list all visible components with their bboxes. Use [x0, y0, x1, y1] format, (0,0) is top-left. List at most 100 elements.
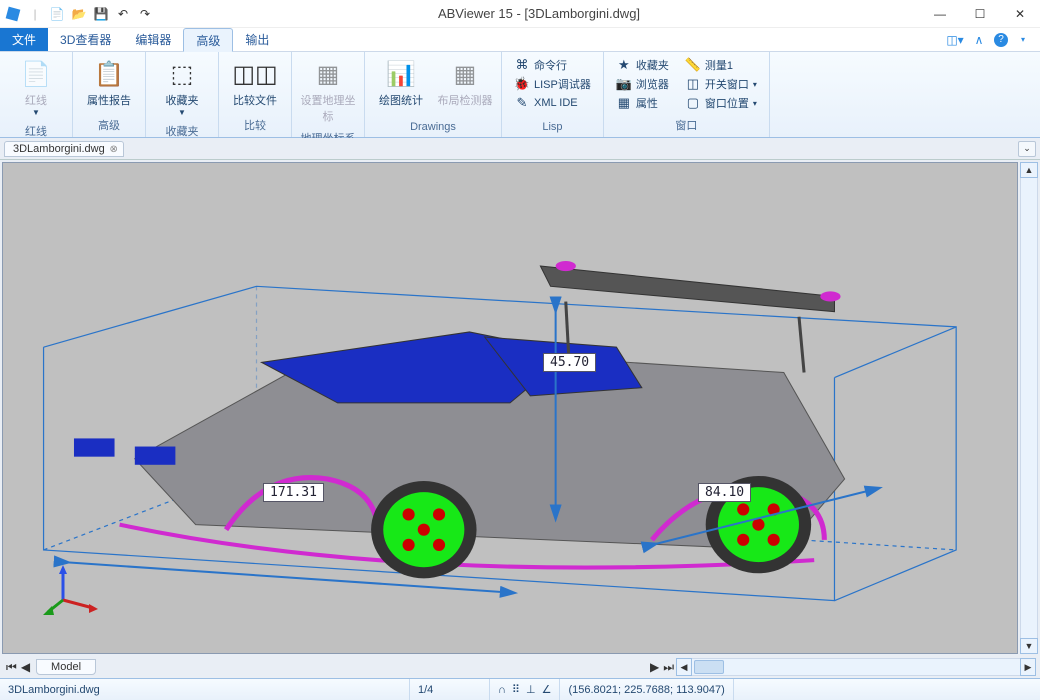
ribbon-body: 📄 红线 ▼ 红线 📋 属性报告 高级 ⬚ 收藏夹 ▼ 收藏夹	[0, 52, 1040, 138]
model-render	[3, 163, 1017, 653]
commandline-button[interactable]: ⌘命令行	[510, 56, 595, 74]
tab-nav-last-icon[interactable]: ⏭	[661, 660, 676, 675]
xml-icon: ✎	[514, 95, 530, 111]
property-report-button[interactable]: 📋 属性报告	[79, 54, 139, 112]
tab-3dviewer[interactable]: 3D查看器	[48, 28, 123, 51]
scroll-thumb[interactable]	[694, 660, 724, 674]
collapse-ribbon-icon[interactable]: ∧	[970, 31, 988, 49]
open-icon[interactable]: 📂	[70, 5, 88, 23]
group-drawings: 📊 绘图统计 ▦ 布局检测器 Drawings	[365, 52, 502, 137]
scroll-right-icon[interactable]: ▶	[1020, 658, 1036, 676]
snap-angle-icon[interactable]: ∠	[542, 683, 552, 696]
tab-editor[interactable]: 编辑器	[123, 28, 183, 51]
group-compare: ◫◫ 比较文件 比较	[219, 52, 292, 137]
horizontal-scrollbar[interactable]: ◀ ▶	[676, 658, 1036, 676]
scroll-track[interactable]	[692, 658, 1020, 676]
quick-access-toolbar: | 📄 📂 💾 ↶ ↷	[0, 5, 158, 23]
snap-magnet-icon[interactable]: ∩	[498, 684, 506, 696]
group-geo: ▦ 设置地理坐标 地理坐标系	[292, 52, 365, 137]
document-tab-bar: 3DLamborgini.dwg ⊗ ⌄	[0, 138, 1040, 160]
window-title: ABViewer 15 - [3DLamborgini.dwg]	[158, 6, 920, 21]
title-bar: | 📄 📂 💾 ↶ ↷ ABViewer 15 - [3DLamborgini.…	[0, 0, 1040, 28]
properties-button[interactable]: ▦属性	[612, 94, 673, 112]
set-geo-coords-button[interactable]: ▦ 设置地理坐标	[298, 54, 358, 128]
browser-button[interactable]: 📷浏览器	[612, 75, 673, 93]
save-icon[interactable]: 💾	[92, 5, 110, 23]
toggle-window-button[interactable]: ◫开关窗口 ▾	[681, 75, 761, 93]
star-icon: ★	[616, 57, 632, 73]
close-button[interactable]: ✕	[1000, 0, 1040, 28]
scroll-left-icon[interactable]: ◀	[676, 658, 692, 676]
tab-nav-prev-icon[interactable]: ◀	[19, 660, 32, 674]
layout-icon[interactable]: ◫▾	[946, 31, 964, 49]
close-tab-icon[interactable]: ⊗	[108, 144, 120, 156]
chevron-down-icon: ▾	[753, 99, 757, 108]
ribbon-right-tools: ◫▾ ∧ ? ▾	[938, 28, 1040, 51]
redline-button[interactable]: 📄 红线 ▼	[6, 54, 66, 121]
status-page: 1/4	[410, 679, 490, 700]
scroll-track[interactable]	[1020, 178, 1038, 638]
window-icon: ◫	[685, 76, 701, 92]
qat-separator: |	[26, 5, 44, 23]
tab-dropdown-button[interactable]: ⌄	[1018, 141, 1036, 157]
tab-nav-next-icon[interactable]: ▶	[648, 660, 661, 674]
snap-ortho-icon[interactable]: ⊥	[526, 683, 536, 696]
bug-icon: 🐞	[514, 76, 530, 92]
tab-nav-first-icon[interactable]: ⏮	[4, 660, 19, 675]
position-icon: ▢	[685, 95, 701, 111]
xml-ide-button[interactable]: ✎XML IDE	[510, 94, 595, 112]
favorites-button[interactable]: ⬚ 收藏夹 ▼	[152, 54, 212, 121]
chevron-down-icon: ▼	[178, 108, 186, 117]
compare-icon: ◫◫	[239, 58, 271, 90]
scroll-up-icon[interactable]: ▲	[1020, 162, 1038, 178]
report-icon: 📋	[93, 58, 125, 90]
dimension-length: 171.31	[263, 483, 324, 502]
minimize-button[interactable]: —	[920, 0, 960, 28]
geo-icon: ▦	[312, 58, 344, 90]
axis-gizmo[interactable]	[43, 560, 103, 623]
model-tab[interactable]: Model	[36, 659, 96, 675]
redline-icon: 📄	[20, 58, 52, 90]
compare-files-button[interactable]: ◫◫ 比较文件	[225, 54, 285, 112]
snap-grid-icon[interactable]: ⠿	[512, 683, 520, 696]
scroll-down-icon[interactable]: ▼	[1020, 638, 1038, 654]
status-bar: 3DLamborgini.dwg 1/4 ∩ ⠿ ⊥ ∠ (156.8021; …	[0, 678, 1040, 700]
favorites-icon: ⬚	[166, 58, 198, 90]
group-redline: 📄 红线 ▼ 红线	[0, 52, 73, 137]
camera-icon: 📷	[616, 76, 632, 92]
window-position-button[interactable]: ▢窗口位置 ▾	[681, 94, 761, 112]
favorites-panel-button[interactable]: ★收藏夹	[612, 56, 673, 74]
layout-detector-icon: ▦	[449, 58, 481, 90]
status-filename: 3DLamborgini.dwg	[0, 679, 410, 700]
stats-icon: 📊	[385, 58, 417, 90]
status-coords: (156.8021; 225.7688; 113.9047)	[560, 679, 733, 700]
drawing-stats-button[interactable]: 📊 绘图统计	[371, 54, 431, 112]
tab-output[interactable]: 输出	[233, 28, 281, 51]
undo-icon[interactable]: ↶	[114, 5, 132, 23]
status-snap-icons: ∩ ⠿ ⊥ ∠	[490, 679, 560, 700]
window-controls: — ☐ ✕	[920, 0, 1040, 28]
maximize-button[interactable]: ☐	[960, 0, 1000, 28]
new-icon[interactable]: 📄	[48, 5, 66, 23]
document-tab[interactable]: 3DLamborgini.dwg ⊗	[4, 141, 124, 157]
layout-detector-button[interactable]: ▦ 布局检测器	[435, 54, 495, 112]
ruler-icon: 📏	[685, 57, 701, 73]
help-dropdown-icon[interactable]: ▾	[1014, 31, 1032, 49]
3d-viewport[interactable]: 171.31 45.70 84.10	[2, 162, 1018, 654]
group-advanced: 📋 属性报告 高级	[73, 52, 146, 137]
help-icon[interactable]: ?	[994, 33, 1008, 47]
redo-icon[interactable]: ↷	[136, 5, 154, 23]
group-window: ★收藏夹 📷浏览器 ▦属性 📏测量1 ◫开关窗口 ▾ ▢窗口位置 ▾ 窗口	[604, 52, 770, 137]
tab-advanced[interactable]: 高级	[183, 28, 233, 52]
app-icon[interactable]	[4, 5, 22, 23]
dimension-width: 84.10	[698, 483, 751, 502]
tab-file[interactable]: 文件	[0, 28, 48, 51]
grid-icon: ▦	[616, 95, 632, 111]
document-tab-label: 3DLamborgini.dwg	[13, 143, 105, 155]
vertical-scrollbar[interactable]: ▲ ▼	[1020, 162, 1038, 654]
chevron-down-icon: ▼	[32, 108, 40, 117]
lisp-debugger-button[interactable]: 🐞LISP调试器	[510, 75, 595, 93]
group-lisp: ⌘命令行 🐞LISP调试器 ✎XML IDE Lisp	[502, 52, 604, 137]
measure1-button[interactable]: 📏测量1	[681, 56, 761, 74]
ribbon-tab-strip: 文件 3D查看器 编辑器 高级 输出 ◫▾ ∧ ? ▾	[0, 28, 1040, 52]
